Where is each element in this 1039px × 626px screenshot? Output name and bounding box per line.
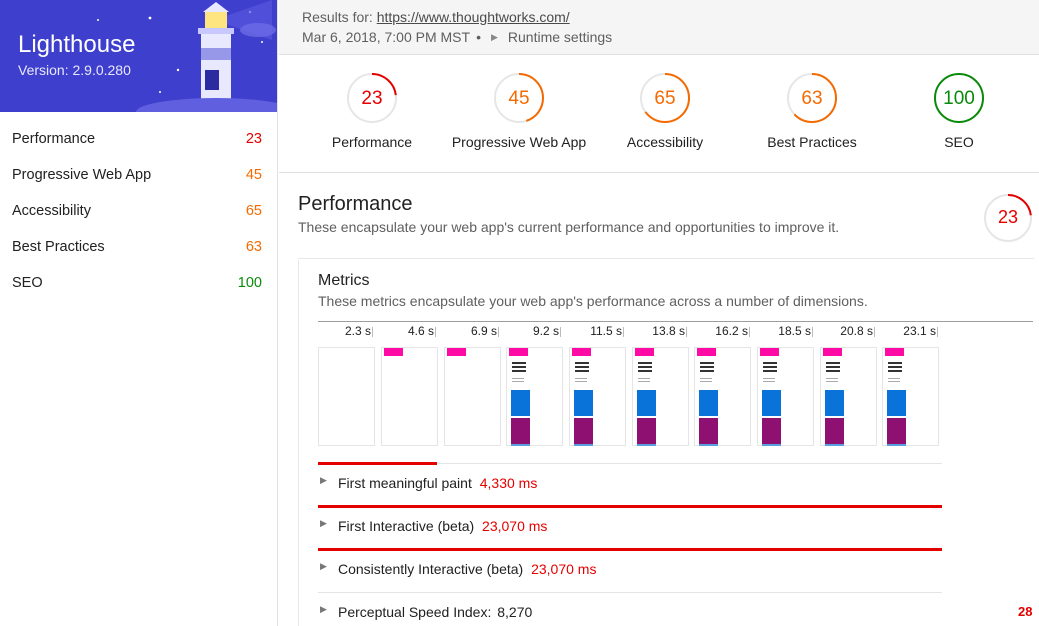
- brand-version: Version: 2.9.0.280: [18, 62, 131, 78]
- sidebar-item-score: 45: [245, 167, 262, 183]
- metric-value: 8,270: [497, 604, 533, 620]
- timeline-tick: 2.3 s: [309, 324, 373, 338]
- metric-name: First meaningful paint: [338, 475, 472, 491]
- expand-triangle-icon: ▶: [320, 604, 327, 614]
- results-prefix: Results for:: [302, 9, 377, 25]
- gauge-performance[interactable]: 23 Performance: [297, 72, 447, 150]
- section-score: 23: [997, 207, 1019, 227]
- sidebar-item-pwa[interactable]: Progressive Web App 45: [0, 157, 277, 193]
- score-gauges: 23 Performance 45 Progressive Web App 65…: [279, 56, 1039, 173]
- timeline-tick: 6.9 s: [435, 324, 499, 338]
- sidebar-item-label: Progressive Web App: [12, 167, 152, 183]
- filmstrip-frame: [569, 347, 626, 446]
- brand-title: Lighthouse: [18, 31, 136, 58]
- gauge-label: Performance: [331, 134, 413, 150]
- sidebar-item-label: Performance: [12, 131, 96, 147]
- metric-first-meaningful-paint[interactable]: ▶ First meaningful paint 4,330 ms: [318, 462, 942, 506]
- filmstrip-frame: [757, 347, 814, 446]
- gauge-score: 45: [508, 88, 530, 109]
- metric-score-bar: [318, 548, 942, 551]
- filmstrip-frame: [506, 347, 563, 446]
- filmstrip-timeline: 2.3 s 4.6 s 6.9 s 9.2 s 11.5 s 13.8 s 16…: [318, 321, 1033, 341]
- timeline-tick: 23.1 s: [874, 324, 938, 338]
- section-description: These encapsulate your web app's current…: [298, 219, 840, 235]
- gauge-best-practices[interactable]: 63 Best Practices: [737, 72, 887, 150]
- metric-score-bar: [318, 505, 942, 508]
- meta-line: Mar 6, 2018, 7:00 PM MST • ▶ Runtime set…: [302, 29, 612, 45]
- expand-triangle-icon: ▶: [320, 561, 327, 571]
- divider: [298, 258, 1034, 259]
- gauge-label: Accessibility: [626, 134, 704, 150]
- timeline-tick: 18.5 s: [749, 324, 813, 338]
- metrics-title: Metrics: [318, 272, 370, 289]
- gauge-pwa[interactable]: 45 Progressive Web App: [444, 72, 594, 150]
- metric-name: Perceptual Speed Index:: [338, 604, 492, 620]
- filmstrip-frame: [632, 347, 689, 446]
- filmstrip-frame: [318, 347, 375, 446]
- sidebar-item-performance[interactable]: Performance 23: [0, 121, 277, 157]
- metric-value: 23,070 ms: [482, 518, 548, 534]
- gauge-label: Best Practices: [767, 134, 857, 150]
- metric-name: First Interactive (beta): [338, 518, 475, 534]
- metric-score: 28: [1018, 604, 1033, 619]
- sidebar-item-best-practices[interactable]: Best Practices 63: [0, 229, 277, 265]
- filmstrip-frame: [694, 347, 751, 446]
- gauge-seo[interactable]: 100 SEO: [884, 72, 1034, 150]
- sidebar-item-score: 63: [245, 239, 262, 255]
- gauge-score: 63: [801, 88, 823, 109]
- expand-triangle-icon[interactable]: ▶: [491, 32, 498, 43]
- sidebar-item-score: 100: [237, 275, 262, 291]
- filmstrip-frame: [882, 347, 939, 446]
- timeline-tick: 11.5 s: [560, 324, 624, 338]
- sidebar-item-accessibility[interactable]: Accessibility 65: [0, 193, 277, 229]
- results-for-line: Results for: https://www.thoughtworks.co…: [302, 9, 570, 25]
- metric-value: 4,330 ms: [479, 475, 538, 491]
- sidebar-item-score: 65: [245, 203, 262, 219]
- timeline-tick: 20.8 s: [811, 324, 875, 338]
- gauge-accessibility[interactable]: 65 Accessibility: [590, 72, 740, 150]
- category-nav: Performance 23 Progressive Web App 45 Ac…: [0, 112, 277, 301]
- timeline-tick: 9.2 s: [497, 324, 561, 338]
- sidebar-item-seo[interactable]: SEO 100: [0, 265, 277, 301]
- section-score-gauge: 23: [983, 193, 1033, 243]
- filmstrip-frame: [820, 347, 877, 446]
- metric-value: 23,070 ms: [531, 561, 597, 577]
- expand-triangle-icon: ▶: [320, 475, 327, 485]
- sidebar-item-score: 23: [245, 131, 262, 147]
- separator-dot: •: [476, 29, 481, 45]
- sidebar-item-label: Accessibility: [12, 203, 91, 219]
- runtime-settings-toggle[interactable]: Runtime settings: [508, 29, 612, 45]
- metric-name: Consistently Interactive (beta): [338, 561, 524, 577]
- gauge-score: 23: [361, 88, 383, 109]
- metric-consistently-interactive[interactable]: ▶ Consistently Interactive (beta) 23,070…: [318, 548, 942, 592]
- gauge-label: SEO: [944, 134, 974, 150]
- gauge-label: Progressive Web App: [451, 134, 587, 150]
- report-header: Results for: https://www.thoughtworks.co…: [279, 0, 1039, 55]
- gauge-score: 65: [654, 88, 676, 109]
- metric-perceptual-speed-index[interactable]: ▶ Perceptual Speed Index: 8,270 28: [318, 592, 1032, 626]
- result-url-link[interactable]: https://www.thoughtworks.com/: [377, 9, 570, 25]
- timeline-tick: 16.2 s: [686, 324, 750, 338]
- timestamp: Mar 6, 2018, 7:00 PM MST: [302, 29, 471, 45]
- filmstrip-frame: [381, 347, 438, 446]
- brand-header: Lighthouse Version: 2.9.0.280: [0, 0, 277, 112]
- gauge-score: 100: [943, 88, 975, 109]
- metrics-group-border: [298, 260, 310, 626]
- sidebar-item-label: SEO: [12, 275, 43, 291]
- section-title: Performance: [298, 193, 413, 215]
- metric-first-interactive[interactable]: ▶ First Interactive (beta) 23,070 ms: [318, 505, 942, 549]
- lighthouse-report: Lighthouse Version: 2.9.0.280 Performanc…: [0, 0, 1039, 626]
- timeline-tick: 4.6 s: [372, 324, 436, 338]
- sidebar: Lighthouse Version: 2.9.0.280 Performanc…: [0, 0, 278, 626]
- filmstrip-frame: [444, 347, 501, 446]
- timeline-tick: 13.8 s: [623, 324, 687, 338]
- metric-score-bar: [318, 462, 437, 465]
- sidebar-item-label: Best Practices: [12, 239, 105, 255]
- expand-triangle-icon: ▶: [320, 518, 327, 528]
- metrics-description: These metrics encapsulate your web app's…: [318, 293, 868, 309]
